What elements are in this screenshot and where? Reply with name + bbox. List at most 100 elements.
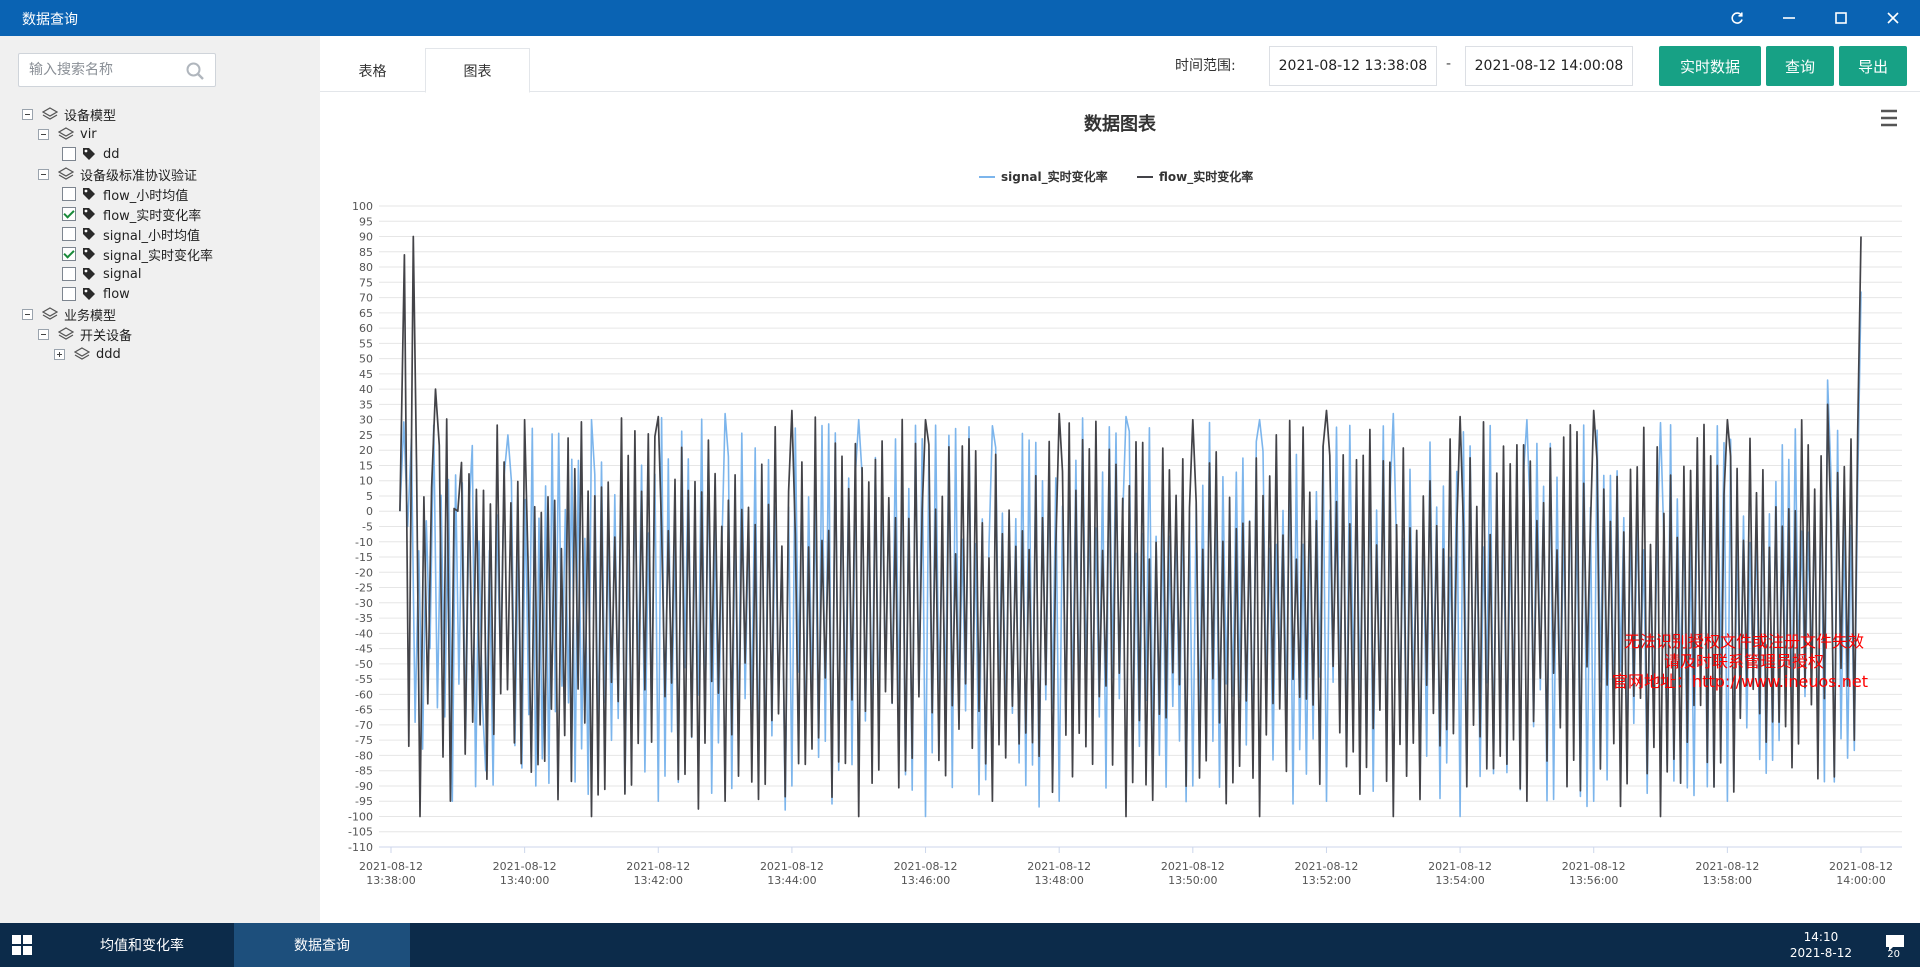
expand-toggle-icon[interactable] [54,348,65,360]
tree-node-label: dd [103,146,120,162]
taskbar-item-mean-rate[interactable]: 均值和变化率 [52,923,232,967]
app-window: 数据查询 设备模型 virdd 设备级标准协议验证 flow_小时均值 flow_实时变… [0,0,1920,967]
y-tick-label: -75 [355,734,373,747]
tree-node[interactable]: signal_实时变化率 [62,244,213,264]
y-tick-label: -110 [348,841,373,854]
y-tick-label: -30 [355,597,373,610]
window-title: 数据查询 [22,12,78,28]
watermark-line: 无法识别授权文件或注册文件失效 [1624,632,1864,651]
y-tick-label: -100 [348,810,373,823]
tree-node[interactable]: 业务模型 [22,304,116,324]
layers-icon [58,167,74,180]
tag-icon [83,208,95,220]
collapse-toggle-icon[interactable] [38,128,49,140]
y-tick-label: 100 [352,200,373,213]
tree-node[interactable]: signal_小时均值 [62,224,200,244]
tree-checkbox[interactable] [62,227,76,241]
tree-node[interactable]: signal [62,264,141,284]
y-tick-label: 5 [366,490,373,503]
tree-node-label: 设备模型 [64,108,117,124]
legend-signal-label: signal_实时变化率 [1001,169,1108,185]
tree-checkbox[interactable] [62,187,76,201]
chart-menu-icon[interactable] [1875,106,1905,132]
end-time-input[interactable]: 2021-08-12 14:00:08 [1465,46,1633,86]
notification-count: 20 [1887,949,1900,960]
maximize-button[interactable] [1814,0,1868,36]
x-axis-labels: 2021-08-12 13:38:00 2021-08-12 13:40:00 2021… [359,860,1893,887]
clock-time: 14:10 [1803,930,1839,944]
x-tick-label: 2021-08-12 13:42:00 [626,860,690,887]
tab-table[interactable]: 表格 [320,48,425,93]
collapse-toggle-icon[interactable] [38,168,49,180]
tree-node[interactable]: flow_小时均值 [62,184,188,204]
tree-checkbox[interactable] [62,207,76,221]
search-input[interactable] [29,54,179,86]
y-tick-label: -50 [355,658,373,671]
line-chart: 数据图表 signal_实时变化率 flow_实时变化率 10095908580… [348,106,1905,887]
x-tick-label: 2021-08-12 13:58:00 [1695,860,1759,887]
tree-node[interactable]: vir [38,124,97,144]
license-watermark: 无法识别授权文件或注册文件失效请及时联系管理员授权官网地址：http://www… [1612,632,1868,691]
y-tick-label: 15 [359,459,373,472]
y-tick-label: 40 [359,383,373,396]
view-tabs: 表格 图表 时间范围: 2021-08-12 13:38:08 - 2021-0… [320,36,1920,93]
y-tick-label: 75 [359,276,373,289]
y-tick-label: -70 [355,719,373,732]
x-tick-label: 2021-08-12 13:38:00 [359,860,423,887]
tag-icon [83,188,95,200]
y-tick-label: 45 [359,368,373,381]
y-tick-label: -10 [355,536,373,549]
tree-checkbox[interactable] [62,247,76,261]
y-tick-label: -105 [348,826,373,839]
y-tick-label: -15 [355,551,373,564]
tree-node[interactable]: 设备模型 [22,104,116,124]
export-button[interactable]: 导出 [1839,46,1907,86]
tree-node[interactable]: 设备级标准协议验证 [38,164,197,184]
legend-item-signal[interactable]: signal_实时变化率 [979,169,1108,185]
y-tick-label: 20 [359,444,373,457]
tree-node-label: signal_小时均值 [103,228,200,244]
windows-start-icon[interactable] [12,935,32,955]
legend-item-flow[interactable]: flow_实时变化率 [1137,169,1253,185]
x-tick-label: 2021-08-12 13:40:00 [493,860,557,887]
clock-date: 2021-8-12 [1789,946,1852,960]
taskbar-item-data-query[interactable]: 数据查询 [234,923,410,967]
tree-node[interactable]: 开关设备 [38,324,132,344]
tree-checkbox[interactable] [62,267,76,281]
tree-node-label: flow_实时变化率 [103,208,202,224]
tree-node[interactable]: flow_实时变化率 [62,204,201,224]
y-tick-label: 90 [359,231,373,244]
tree-node[interactable]: dd [62,144,120,164]
close-button[interactable] [1866,0,1920,36]
taskbar: 均值和变化率 数据查询 14:10 2021-8-12 20 [0,923,1920,967]
y-tick-label: -5 [362,521,373,534]
tree-node[interactable]: ddd [54,344,121,364]
start-time-input[interactable]: 2021-08-12 13:38:08 [1269,46,1437,86]
refresh-button[interactable] [1710,0,1764,36]
y-tick-label: 60 [359,322,373,335]
tree-node-label: 设备级标准协议验证 [80,168,198,184]
tree-node-label: flow [103,286,130,302]
tag-icon [83,248,95,260]
taskbar-clock[interactable]: 14:10 2021-8-12 [1790,929,1852,961]
tree-checkbox[interactable] [62,147,76,161]
tab-chart[interactable]: 图表 [425,48,530,93]
y-tick-label: -60 [355,688,373,701]
y-tick-label: 55 [359,337,373,350]
collapse-toggle-icon[interactable] [22,108,33,120]
collapse-toggle-icon[interactable] [38,328,49,340]
query-button[interactable]: 查询 [1766,46,1834,86]
chart-title: 数据图表 [1084,113,1157,135]
minimize-button[interactable] [1762,0,1816,36]
collapse-toggle-icon[interactable] [22,308,33,320]
y-tick-label: -25 [355,582,373,595]
search-icon[interactable] [185,61,205,81]
tree-checkbox[interactable] [62,287,76,301]
title-bar: 数据查询 [0,0,1920,36]
x-tick-label: 2021-08-12 13:56:00 [1562,860,1626,887]
realtime-data-button[interactable]: 实时数据 [1659,46,1761,86]
tree-node[interactable]: flow [62,284,130,304]
tree-node-label: signal_实时变化率 [103,248,213,264]
y-tick-label: -80 [355,749,373,762]
maximize-icon [1835,12,1847,24]
